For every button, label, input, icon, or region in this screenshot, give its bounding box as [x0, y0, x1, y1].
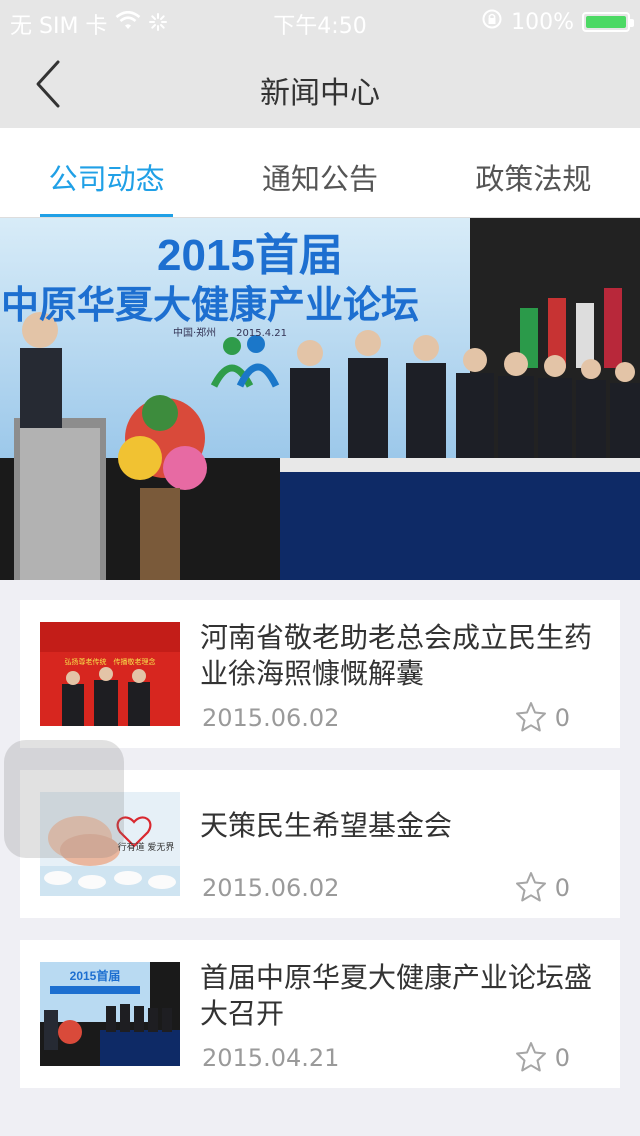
rotation-lock-icon [481, 8, 503, 36]
page-title: 新闻中心 [260, 76, 380, 111]
banner-headline-2: 中原华夏大健康产业论坛 [1, 283, 419, 327]
navigation-bar: 新闻中心 [0, 40, 640, 128]
thumb-caption: 2015首届 [70, 968, 121, 983]
favorite-count: 0 [554, 704, 570, 732]
news-item[interactable]: 弘扬尊老传统 传播敬老理念 河南省敬老助老总会成立民生药业徐海照慷慨解囊 201… [20, 600, 620, 748]
news-thumbnail: 2015首届 [40, 962, 180, 1066]
battery-percent: 100% [511, 9, 574, 35]
star-icon[interactable] [514, 1040, 548, 1074]
news-title: 天策民生希望基金会 [200, 809, 453, 842]
news-thumbnail: 弘扬尊老传统 传播敬老理念 [40, 622, 180, 726]
thumb-caption: 行有道 爱无界 [118, 841, 175, 853]
favorite-count: 0 [554, 1044, 570, 1072]
battery-icon [582, 12, 634, 32]
news-title: 河南省敬老助老总会成立民生药业徐海照慷慨解囊 [200, 621, 593, 690]
tab-label: 政策法规 [475, 162, 592, 196]
status-bar: 无 SIM 卡 下午4:50 100% [0, 0, 640, 40]
news-date: 2015.04.21 [202, 1044, 340, 1072]
tab-company-news[interactable]: 公司动态 [0, 128, 213, 218]
tab-label: 通知公告 [261, 162, 378, 196]
news-date: 2015.06.02 [202, 704, 340, 732]
star-icon[interactable] [514, 870, 548, 904]
news-date: 2015.06.02 [202, 874, 340, 902]
banner-image[interactable]: 2015首届 中原华夏大健康产业论坛 中国·郑州 2015.4.21 [0, 218, 640, 580]
tab-notices[interactable]: 通知公告 [213, 128, 426, 218]
star-icon[interactable] [514, 700, 548, 734]
tab-bar: 公司动态 通知公告 政策法规 [0, 128, 640, 218]
favorite-count: 0 [554, 874, 570, 902]
tab-label: 公司动态 [48, 162, 165, 196]
banner-subline: 中国·郑州 2015.4.21 [173, 326, 287, 339]
news-item[interactable]: 2015首届 首届中原华夏大健康产业论坛盛大召开 2015.04.21 0 [20, 940, 620, 1088]
thumb-caption: 弘扬尊老传统 传播敬老理念 [65, 657, 156, 666]
tab-policies[interactable]: 政策法规 [427, 128, 640, 218]
banner-headline-1: 2015首届 [157, 231, 343, 280]
news-title: 首届中原华夏大健康产业论坛盛大召开 [200, 961, 593, 1030]
assistive-touch-button[interactable] [4, 740, 124, 858]
